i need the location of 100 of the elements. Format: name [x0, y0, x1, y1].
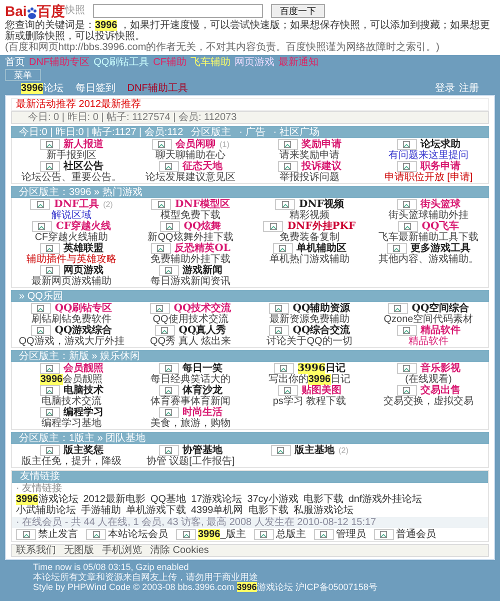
forum-description: 免费装备复制 — [280, 232, 340, 243]
forum-link[interactable]: 电脑技术 — [64, 385, 104, 396]
forum-description: 有问题来这里提问 — [388, 150, 468, 161]
forum-link[interactable]: 体育沙龙 — [182, 385, 222, 396]
broken-image-icon — [158, 407, 178, 418]
footer-text: Time now is 05/08 03:15, Gzip enabled — [33, 562, 190, 572]
forum-link[interactable]: 版主基地 — [294, 445, 335, 456]
friend-link[interactable]: 3996游戏论坛 — [16, 494, 78, 505]
friend-link[interactable]: 单机游戏下载 — [126, 505, 186, 516]
friend-link[interactable]: 37cy小游戏 — [247, 494, 298, 505]
forum-description: 新手报到区 — [46, 150, 96, 161]
forum-link[interactable]: QQ游戏综合 — [54, 325, 112, 336]
forum-link[interactable]: 英雄联盟 — [64, 243, 104, 254]
friend-link[interactable]: QQ基地 — [150, 494, 186, 505]
stats-bar: 今日: 0 | 昨日: 0 | 帖子: 1127574 | 会员: 112073 — [11, 111, 489, 124]
forum-link[interactable]: 时尚生活 — [182, 407, 222, 418]
forum-link[interactable]: QQ真人秀 — [178, 325, 226, 336]
friend-link[interactable]: 电影下载 — [248, 505, 288, 516]
forum-link[interactable]: CF穿越火线 — [56, 221, 112, 232]
footer-link[interactable]: 联系我们 — [16, 545, 56, 556]
broken-image-icon — [396, 199, 416, 210]
forum-description: 电脑技术交流 — [42, 396, 102, 407]
forum-link[interactable]: QQ空间综合 — [412, 303, 470, 314]
online-summary: · 在线会员 - 共 44 人在线, 1 会员, 43 访客, 最高 2008 人发生在 2010-08-12 15:17 — [12, 517, 488, 528]
forum-link[interactable]: 街头篮球 — [420, 199, 460, 210]
forum-link[interactable]: QQ炫舞 — [184, 221, 222, 232]
forum-link[interactable]: 投诉建议 — [302, 161, 342, 172]
forum-link[interactable]: DNF工具 — [54, 199, 100, 210]
footer-text: Style by PHPWind Code © 2003-08 bbs.3996.com 3996游戏论坛 沪ICP备05007158号 — [33, 582, 378, 592]
broken-image-icon — [150, 303, 170, 314]
forum-link[interactable]: DNF模型区 — [175, 199, 230, 210]
forum-link[interactable]: 论坛求助 — [420, 139, 460, 150]
friend-link[interactable]: 私服游戏论坛 — [293, 505, 354, 516]
forum-description: QQ游戏，游戏大厅外挂 — [18, 336, 124, 347]
broken-image-icon — [388, 303, 408, 314]
footer-link[interactable]: 手机浏览 — [102, 545, 142, 556]
forum-description: 讨论关于QQ的一切 — [266, 336, 352, 347]
forum-link[interactable]: 每日一笑 — [182, 363, 222, 374]
forum-link[interactable]: 反恐精英OL — [174, 243, 230, 254]
forum-link[interactable]: 会员靓照 — [64, 363, 104, 374]
legend-label: 总版主 — [276, 529, 306, 540]
friend-link[interactable]: dnf游戏外挂论坛 — [348, 494, 422, 505]
broken-image-icon — [176, 529, 196, 540]
forum-link[interactable]: 奖励申请 — [302, 139, 342, 150]
forum-description: (在线观看) — [405, 374, 452, 385]
friend-link[interactable]: 2012最新电影 — [83, 494, 146, 505]
broken-image-icon — [40, 445, 60, 456]
forum-link[interactable]: QQ综合交流 — [292, 325, 350, 336]
broken-image-icon — [374, 529, 394, 540]
forum-link[interactable]: 编程学习 — [64, 407, 104, 418]
forum-link[interactable]: 精品软件 — [420, 325, 460, 336]
forum-link[interactable]: 音乐影视 — [420, 363, 460, 374]
broken-image-icon — [278, 385, 298, 396]
forum-link[interactable]: QQ飞车 — [422, 221, 460, 232]
broken-image-icon — [268, 303, 289, 314]
keyword-notice: 您查询的关键词是：3996 ，如果打开速度慢，可以尝试快速版；如果想保存快照，可以添加到搜藏；如果想更新或删除快照，可以投诉快照。 — [5, 20, 492, 42]
forum-link[interactable]: 游戏新闻 — [182, 265, 222, 276]
section-title: 分区版主：1版主 » 团队基地 — [19, 432, 146, 444]
forum-link[interactable]: DNF视频 — [299, 199, 344, 210]
friend-link[interactable]: 4399单机网 — [191, 505, 244, 516]
forum-link[interactable]: 交易出售 — [420, 385, 460, 396]
footer-link[interactable]: 无图版 — [64, 545, 94, 556]
forum-link[interactable]: QQ刷钻专区 — [54, 303, 112, 314]
broken-image-icon — [158, 445, 178, 456]
forum-description: Qzone空间代码素材 — [384, 314, 474, 325]
broken-image-icon — [40, 265, 60, 276]
forum-link[interactable]: 版主奖惩 — [64, 445, 104, 456]
forum-link[interactable]: 单机辅助区 — [296, 243, 346, 254]
forum-description: 解说区域 — [52, 210, 92, 221]
legend-label: 管理员 — [336, 529, 366, 540]
section-title: 友情链接 — [20, 471, 60, 482]
broken-image-icon — [314, 529, 334, 540]
search-field[interactable] — [92, 4, 263, 18]
new-post-count: (2) — [338, 445, 348, 456]
forum-link[interactable]: 征态天地 — [182, 161, 222, 172]
forum-link[interactable]: DNF外挂PKF — [287, 221, 356, 232]
broken-image-icon — [270, 445, 291, 456]
forum-link[interactable]: 会员闲聊 — [176, 139, 216, 150]
friend-link[interactable]: 手游辅助 — [81, 505, 121, 516]
forum-link[interactable]: 贴图美图 — [302, 385, 342, 396]
broken-image-icon — [275, 199, 296, 210]
friend-link[interactable]: 电影下载 — [303, 494, 344, 505]
forum-link[interactable]: 社区公告 — [64, 161, 104, 172]
broken-image-icon — [158, 363, 178, 374]
forum-link[interactable]: 协管基地 — [182, 445, 222, 456]
broken-image-icon — [158, 161, 178, 172]
friend-link[interactable]: 17游戏论坛 — [191, 494, 242, 505]
forum-link[interactable]: QQ辅助资源 — [292, 303, 350, 314]
forum-description: 最新资源免费辅助 — [270, 314, 350, 325]
search-button[interactable]: 百度一下 — [270, 4, 325, 18]
forum-link[interactable]: 新人报道 — [64, 139, 104, 150]
footer-link[interactable]: 清除 Cookies — [150, 545, 209, 556]
forum-link[interactable]: 更多游戏工具 — [410, 243, 470, 254]
forum-link[interactable]: 职务申请 — [420, 161, 460, 172]
forum-link[interactable]: 网页游戏 — [64, 265, 104, 276]
forum-link[interactable]: QQ技术交流 — [174, 303, 232, 314]
forum-description: 单机热门游戏辅助 — [270, 254, 350, 265]
broken-image-icon — [40, 243, 60, 254]
forum-description: 版主任免，提升，降级 — [22, 456, 122, 467]
friend-link[interactable]: 小武辅助论坛 — [16, 505, 76, 516]
